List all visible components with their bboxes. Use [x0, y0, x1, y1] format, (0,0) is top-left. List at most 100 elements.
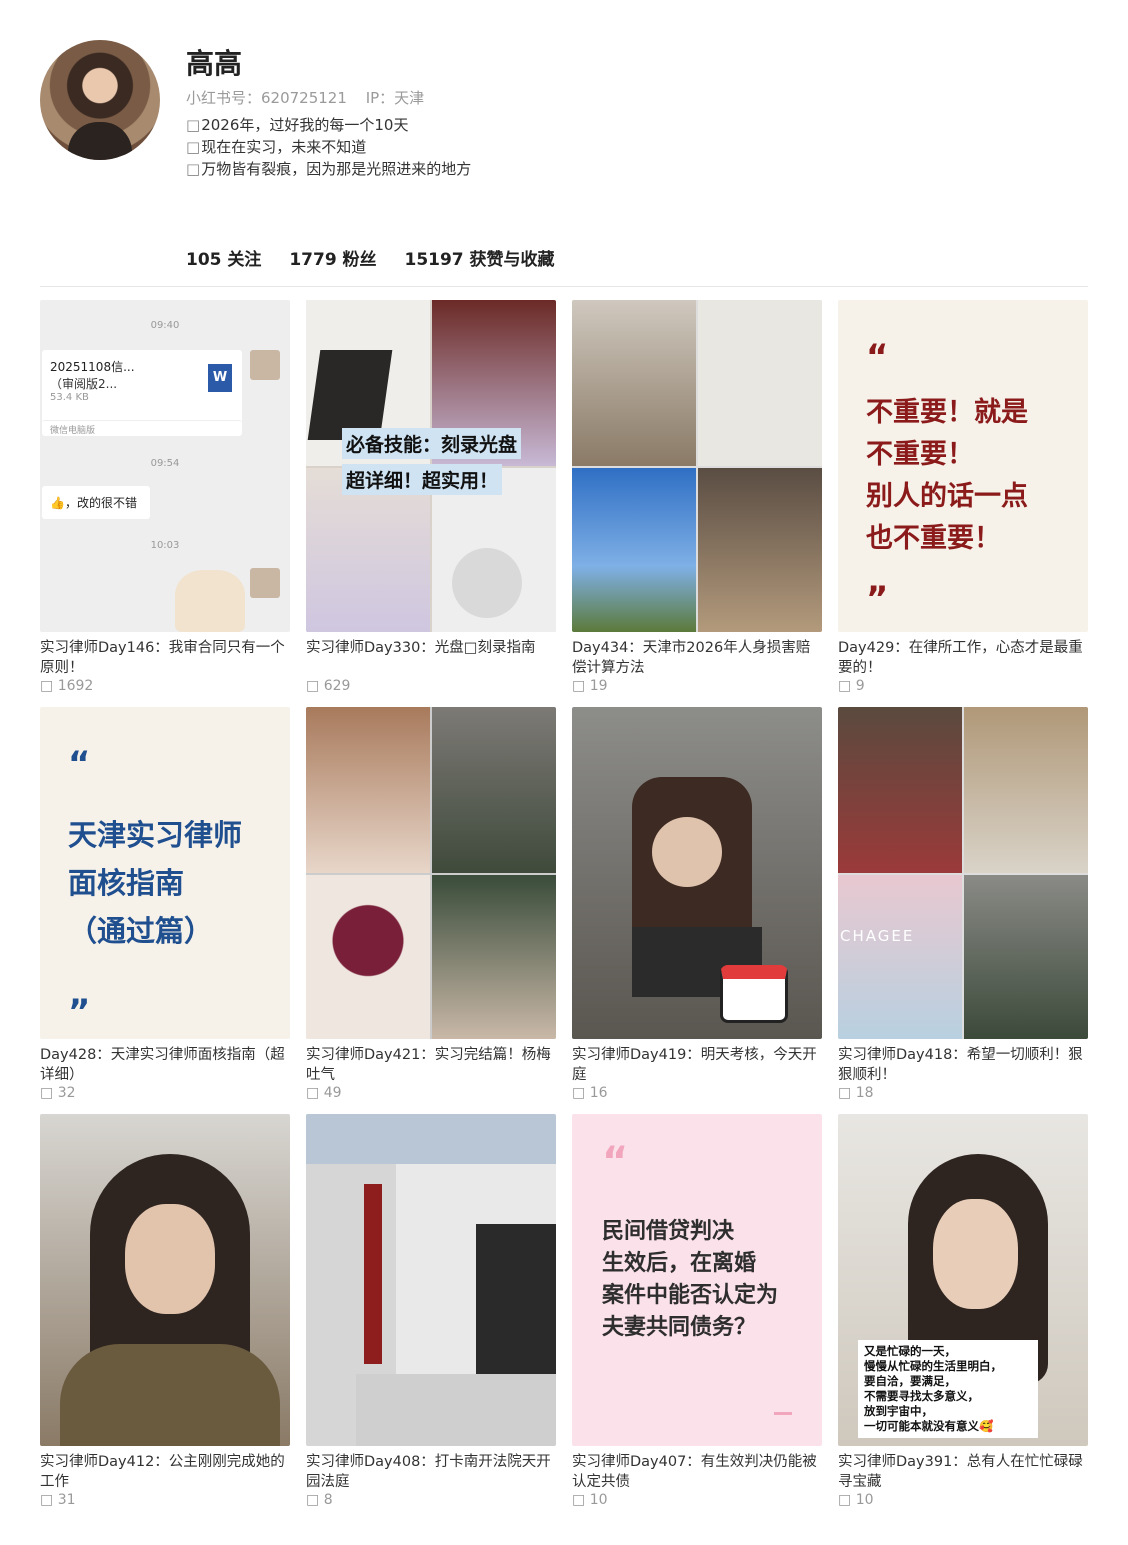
- overlay-line: 放到宇宙中，: [864, 1404, 933, 1418]
- quote-close-icon: ”: [866, 579, 889, 619]
- like-count[interactable]: 10: [838, 1492, 1088, 1508]
- post-thumbnail[interactable]: “ 天津实习律师 面核指南 （通过篇） ”: [40, 707, 290, 1039]
- quote-line: 天津实习律师: [68, 818, 243, 852]
- calendar-icon: [720, 965, 788, 1023]
- quote-line: 也不重要！: [866, 523, 1001, 554]
- like-count[interactable]: 32: [40, 1085, 290, 1101]
- post-card[interactable]: “ 民间借贷判决 生效后，在离婚 案件中能否认定为 夫妻共同债务？ 实习律师Da…: [572, 1114, 822, 1508]
- post-card[interactable]: CHAGEE 实习律师Day418：希望一切顺利！狠狠顺利！ 18: [838, 707, 1088, 1101]
- avatar: [250, 568, 280, 598]
- like-count[interactable]: 1692: [40, 678, 290, 694]
- thumbs-up-icon: 👍: [50, 496, 65, 510]
- post-title[interactable]: 实习律师Day418：希望一切顺利！狠狠顺利！: [838, 1045, 1088, 1085]
- accent-dash: [774, 1412, 792, 1415]
- post-thumbnail[interactable]: CHAGEE: [838, 707, 1088, 1039]
- like-count[interactable]: 18: [838, 1085, 1088, 1101]
- quote-line: 不重要！就是: [866, 397, 1028, 428]
- post-title[interactable]: 实习律师Day330：光盘□刻录指南: [306, 638, 556, 678]
- quote-line: 别人的话一点: [866, 481, 1028, 512]
- post-title[interactable]: Day428：天津实习律师面核指南（超详细）: [40, 1045, 290, 1085]
- quote-line: 生效后，在离婚: [602, 1251, 757, 1276]
- post-title[interactable]: 实习律师Day408：打卡南开法院天开园法庭: [306, 1452, 556, 1492]
- word-icon: W: [208, 364, 232, 392]
- overlay-line: 不需要寻找太多意义，: [864, 1389, 979, 1403]
- post-thumbnail[interactable]: 又是忙碌的一天， 慢慢从忙碌的生活里明白， 要自洽，要满足， 不需要寻找太多意义…: [838, 1114, 1088, 1446]
- quote-line: 不重要！: [866, 439, 974, 470]
- profile-bio: 2026年，过好我的每一个10天 现在在实习，未来不知道 万物皆有裂痕，因为那是…: [186, 114, 471, 180]
- post-card[interactable]: 实习律师Day408：打卡南开法院天开园法庭 8: [306, 1114, 556, 1508]
- post-title[interactable]: 实习律师Day146：我审合同只有一个原则！: [40, 638, 290, 678]
- avatar[interactable]: [40, 40, 160, 160]
- overlay-line: 又是忙碌的一天，: [864, 1344, 956, 1358]
- post-card[interactable]: 又是忙碌的一天， 慢慢从忙碌的生活里明白， 要自洽，要满足， 不需要寻找太多意义…: [838, 1114, 1088, 1508]
- post-thumbnail[interactable]: “ 民间借贷判决 生效后，在离婚 案件中能否认定为 夫妻共同债务？: [572, 1114, 822, 1446]
- quote-close-icon: ”: [68, 992, 91, 1032]
- post-title[interactable]: Day429：在律所工作，心态才是最重要的！: [838, 638, 1088, 678]
- post-card[interactable]: 必备技能：刻录光盘 超详细！超实用！ 实习律师Day330：光盘□刻录指南 62…: [306, 300, 556, 694]
- post-card[interactable]: “ 不重要！就是 不重要！ 别人的话一点 也不重要！ ” Day429：在律所工…: [838, 300, 1088, 694]
- post-thumbnail[interactable]: 必备技能：刻录光盘 超详细！超实用！: [306, 300, 556, 632]
- post-thumbnail[interactable]: [40, 1114, 290, 1446]
- post-card[interactable]: 实习律师Day412：公主刚刚完成她的工作 31: [40, 1114, 290, 1508]
- file-subtitle: （审阅版2...: [50, 377, 118, 391]
- post-title[interactable]: 实习律师Day391：总有人在忙忙碌碌寻宝藏: [838, 1452, 1088, 1492]
- quote-line: （通过篇）: [68, 914, 214, 948]
- post-thumbnail[interactable]: [572, 707, 822, 1039]
- post-title[interactable]: 实习律师Day419：明天考核，今天开庭: [572, 1045, 822, 1085]
- like-count[interactable]: 31: [40, 1492, 290, 1508]
- post-title[interactable]: 实习律师Day407：有生效判决仍能被认定共债: [572, 1452, 822, 1492]
- post-card[interactable]: Day434：天津市2026年人身损害赔偿计算方法 19: [572, 300, 822, 694]
- like-count[interactable]: 8: [306, 1492, 556, 1508]
- xhs-id: 小红书号：620725121: [186, 89, 347, 107]
- brand-text: CHAGEE: [840, 927, 915, 945]
- post-thumbnail[interactable]: “ 不重要！就是 不重要！ 别人的话一点 也不重要！ ”: [838, 300, 1088, 632]
- overlay-line: 要自洽，要满足，: [864, 1374, 956, 1388]
- banner-line: 必备技能：刻录光盘: [342, 428, 522, 459]
- post-thumbnail[interactable]: [306, 1114, 556, 1446]
- like-count[interactable]: 629: [306, 678, 556, 694]
- file-source: 微信电脑版: [42, 420, 242, 436]
- overlay-line: 慢慢从忙碌的生活里明白，: [864, 1359, 1002, 1373]
- like-count[interactable]: 19: [572, 678, 822, 694]
- likes-count: 15197 获赞与收藏: [404, 250, 555, 270]
- profile-stats: 105 关注 1779 粉丝 15197 获赞与收藏: [186, 245, 577, 270]
- quote-line: 夫妻共同债务？: [602, 1315, 757, 1340]
- post-card[interactable]: 09:40 20251108信... （审阅版2... 53.4 KB W 微信…: [40, 300, 290, 694]
- post-title[interactable]: Day434：天津市2026年人身损害赔偿计算方法: [572, 638, 822, 678]
- ip-location: IP：天津: [365, 89, 425, 107]
- profile-meta: 小红书号：620725121 IP：天津: [186, 87, 424, 108]
- bio-line: 2026年，过好我的每一个10天: [186, 114, 471, 136]
- chat-time: 10:03: [150, 540, 180, 551]
- followers-count[interactable]: 1779 粉丝: [289, 250, 376, 270]
- quote-open-icon: “: [602, 1139, 629, 1185]
- like-count[interactable]: 9: [838, 678, 1088, 694]
- like-count[interactable]: 10: [572, 1492, 822, 1508]
- quote-line: 面核指南: [68, 866, 185, 900]
- sticker-icon: [175, 570, 245, 632]
- overlay-line: 一切可能本就没有意义🥰: [864, 1419, 994, 1433]
- like-count[interactable]: 16: [572, 1085, 822, 1101]
- reply-bubble: 👍，改的很不错: [42, 486, 150, 519]
- disc-drive-icon: [307, 350, 393, 440]
- post-title[interactable]: 实习律师Day412：公主刚刚完成她的工作: [40, 1452, 290, 1492]
- post-card[interactable]: 实习律师Day421：实习完结篇！杨梅吐气 49: [306, 707, 556, 1101]
- post-card[interactable]: 实习律师Day419：明天考核，今天开庭 16: [572, 707, 822, 1101]
- divider: [40, 286, 1088, 287]
- disc-icon: [452, 548, 522, 618]
- post-thumbnail[interactable]: [572, 300, 822, 632]
- profile-name: 高高: [186, 47, 243, 80]
- quote-open-icon: “: [866, 337, 889, 377]
- following-count[interactable]: 105 关注: [186, 250, 261, 270]
- quote-line: 案件中能否认定为: [602, 1283, 779, 1308]
- post-card[interactable]: “ 天津实习律师 面核指南 （通过篇） ” Day428：天津实习律师面核指南（…: [40, 707, 290, 1101]
- chat-time: 09:54: [150, 458, 180, 469]
- post-title[interactable]: 实习律师Day421：实习完结篇！杨梅吐气: [306, 1045, 556, 1085]
- chat-time: 09:40: [150, 320, 180, 331]
- quote-line: 民间借贷判决: [602, 1219, 735, 1244]
- quote-open-icon: “: [68, 744, 91, 784]
- profile-header: 高高 小红书号：620725121 IP：天津 2026年，过好我的每一个10天…: [40, 40, 1090, 190]
- like-count[interactable]: 49: [306, 1085, 556, 1101]
- post-thumbnail[interactable]: [306, 707, 556, 1039]
- post-thumbnail[interactable]: 09:40 20251108信... （审阅版2... 53.4 KB W 微信…: [40, 300, 290, 632]
- bio-line: 万物皆有裂痕，因为那是光照进来的地方: [186, 158, 471, 180]
